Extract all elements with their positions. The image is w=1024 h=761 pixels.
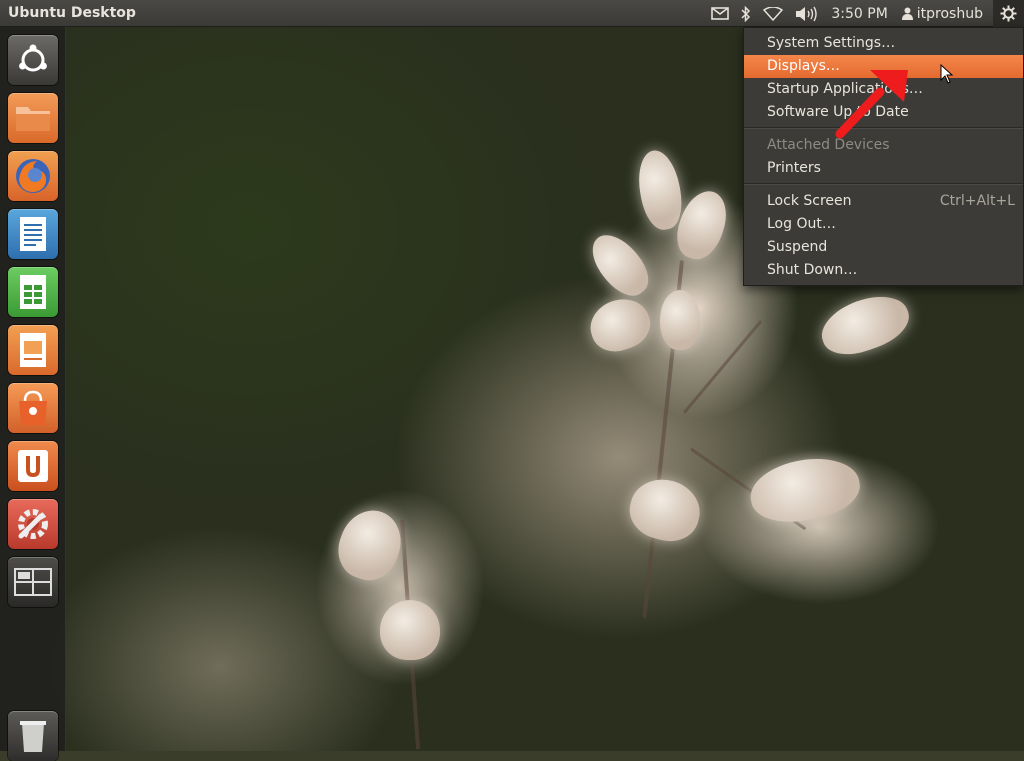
user-name: itproshub bbox=[916, 5, 983, 22]
menu-item-log-out[interactable]: Log Out… bbox=[744, 213, 1023, 236]
keyboard-shortcut: Ctrl+Alt+L bbox=[939, 193, 1015, 209]
launcher bbox=[0, 27, 66, 761]
calc-icon bbox=[20, 275, 46, 309]
bluetooth-icon[interactable] bbox=[735, 0, 757, 27]
indicator-area: 3:50 PM itproshub bbox=[705, 0, 1024, 27]
clock[interactable]: 3:50 PM bbox=[823, 0, 895, 27]
software-center-launcher[interactable] bbox=[8, 383, 58, 433]
user-icon bbox=[901, 7, 913, 20]
mouse-cursor-icon bbox=[940, 64, 954, 84]
menu-item-shut-down[interactable]: Shut Down… bbox=[744, 259, 1023, 282]
menu-item-software-update[interactable]: Software Up to Date bbox=[744, 101, 1023, 124]
network-icon[interactable] bbox=[757, 0, 789, 27]
writer-icon bbox=[20, 217, 46, 251]
session-gear-icon[interactable] bbox=[993, 0, 1024, 27]
shopping-bag-icon bbox=[19, 390, 47, 425]
folder-icon bbox=[16, 107, 50, 131]
app-title: Ubuntu Desktop bbox=[8, 5, 136, 21]
ubuntu-one-icon bbox=[18, 450, 48, 482]
menu-item-displays[interactable]: Displays… bbox=[744, 55, 1023, 78]
wrench-gear-icon bbox=[18, 509, 48, 539]
trash-icon bbox=[20, 721, 46, 752]
workspaces-icon bbox=[14, 568, 52, 596]
menu-item-attached-devices: Attached Devices bbox=[767, 137, 890, 153]
calc-launcher[interactable] bbox=[8, 267, 58, 317]
menu-separator bbox=[744, 127, 1023, 129]
writer-launcher[interactable] bbox=[8, 209, 58, 259]
firefox-icon bbox=[16, 159, 50, 193]
system-settings-launcher[interactable] bbox=[8, 499, 58, 549]
volume-icon[interactable] bbox=[789, 0, 823, 27]
trash-launcher[interactable] bbox=[8, 711, 58, 761]
menu-item-system-settings[interactable]: System Settings… bbox=[744, 32, 1023, 55]
mail-icon[interactable] bbox=[705, 0, 735, 27]
menu-item-printers[interactable]: Printers bbox=[744, 157, 1023, 180]
ubuntu-one-launcher[interactable] bbox=[8, 441, 58, 491]
top-panel: Ubuntu Desktop 3:50 PM itproshub bbox=[0, 0, 1024, 27]
menu-item-label: Lock Screen bbox=[767, 193, 852, 209]
menu-item-startup-applications[interactable]: Startup Applications… bbox=[744, 78, 1023, 101]
firefox-launcher[interactable] bbox=[8, 151, 58, 201]
menu-item-lock-screen[interactable]: Lock Screen Ctrl+Alt+L bbox=[744, 190, 1023, 213]
impress-icon bbox=[20, 333, 46, 367]
files-launcher[interactable] bbox=[8, 93, 58, 143]
dash-home-button[interactable] bbox=[8, 35, 58, 85]
impress-launcher[interactable] bbox=[8, 325, 58, 375]
user-menu[interactable]: itproshub bbox=[896, 0, 993, 27]
session-menu: System Settings… Displays… Startup Appli… bbox=[743, 27, 1024, 286]
menu-item-suspend[interactable]: Suspend bbox=[744, 236, 1023, 259]
workspace-switcher-launcher[interactable] bbox=[8, 557, 58, 607]
ubuntu-logo-icon bbox=[19, 44, 47, 72]
menu-separator bbox=[744, 183, 1023, 185]
